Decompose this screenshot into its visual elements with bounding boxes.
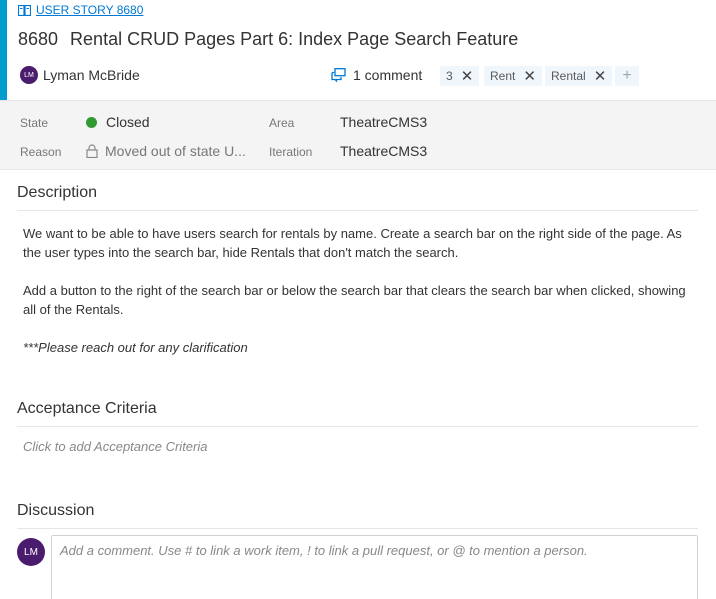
close-icon[interactable]: ✕ xyxy=(523,69,536,84)
work-item-id: 8680 xyxy=(18,29,59,49)
tag-label: 3 xyxy=(446,69,453,83)
avatar: LM xyxy=(20,66,38,84)
comments-link[interactable]: 1 comment xyxy=(331,67,422,83)
tag[interactable]: Rental ✕ xyxy=(545,66,613,86)
description-paragraph: ***Please reach out for any clarificatio… xyxy=(23,340,248,355)
plus-icon: + xyxy=(622,67,632,84)
comment-icon xyxy=(331,68,346,82)
work-item-header: USER STORY 8680 8680 Rental CRUD Pages Pa… xyxy=(0,0,716,100)
tag[interactable]: Rent ✕ xyxy=(484,66,542,86)
assignee-picker[interactable]: LM Lyman McBride xyxy=(20,66,140,84)
work-item-type-link[interactable]: USER STORY 8680 xyxy=(36,3,143,17)
work-item-type-accent-bar xyxy=(0,0,7,100)
tag-label: Rental xyxy=(551,69,586,83)
reason-field: Moved out of state U... xyxy=(86,143,246,159)
divider xyxy=(17,528,698,529)
tag-label: Rent xyxy=(490,69,516,83)
state-label: State xyxy=(20,116,49,130)
work-item-fields: State Closed Reason Moved out of state U… xyxy=(0,100,716,170)
page-title[interactable]: 8680 Rental CRUD Pages Part 6: Index Page… xyxy=(18,29,518,50)
iteration-value: TheatreCMS3 xyxy=(340,143,428,159)
iteration-picker[interactable]: TheatreCMS3 xyxy=(340,143,427,159)
state-indicator-icon xyxy=(86,116,97,128)
area-picker[interactable]: TheatreCMS3 xyxy=(340,114,427,130)
acceptance-criteria-heading: Acceptance Criteria xyxy=(17,400,157,417)
discussion-heading: Discussion xyxy=(17,502,95,519)
avatar: LM xyxy=(17,538,45,566)
lock-icon xyxy=(86,144,98,158)
area-label: Area xyxy=(269,116,295,130)
area-value: TheatreCMS3 xyxy=(340,114,428,130)
description-heading: Description xyxy=(17,184,98,201)
description-paragraph: We want to be able to have users search … xyxy=(23,226,682,260)
work-item-type[interactable]: USER STORY 8680 xyxy=(18,3,143,17)
description-editor[interactable]: We want to be able to have users search … xyxy=(23,224,693,376)
acceptance-criteria-editor[interactable]: Click to add Acceptance Criteria xyxy=(23,439,208,454)
book-icon xyxy=(18,4,31,16)
iteration-label: Iteration xyxy=(269,145,313,159)
description-paragraph: Add a button to the right of the search … xyxy=(23,283,686,317)
add-tag-button[interactable]: + xyxy=(615,66,639,86)
close-icon[interactable]: ✕ xyxy=(594,69,607,84)
work-item-title[interactable]: Rental CRUD Pages Part 6: Index Page Sea… xyxy=(70,29,518,49)
tag[interactable]: 3 ✕ xyxy=(440,66,480,86)
state-dropdown[interactable]: Closed xyxy=(86,114,150,130)
divider xyxy=(17,426,698,427)
assignee-name: Lyman McBride xyxy=(43,67,140,83)
comment-input[interactable]: Add a comment. Use # to link a work item… xyxy=(51,535,698,599)
comment-placeholder: Add a comment. Use # to link a work item… xyxy=(60,543,588,558)
reason-label: Reason xyxy=(20,145,62,159)
reason-value: Moved out of state U... xyxy=(105,143,246,159)
divider xyxy=(17,210,698,211)
comments-count: 1 comment xyxy=(353,67,423,83)
state-value: Closed xyxy=(106,114,150,130)
close-icon[interactable]: ✕ xyxy=(461,69,474,84)
